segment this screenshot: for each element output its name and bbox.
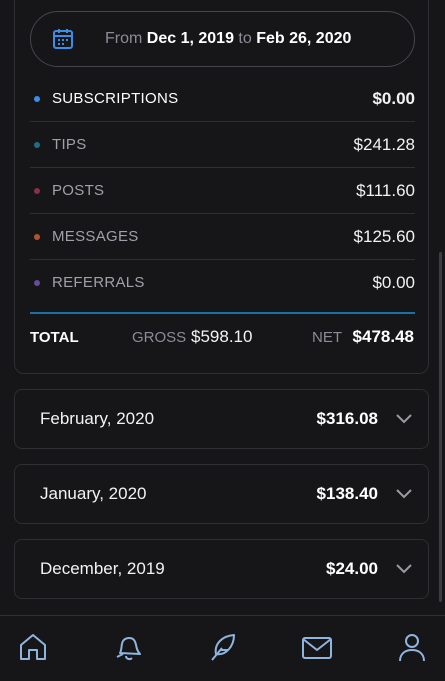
chevron-down-icon[interactable]	[395, 562, 413, 574]
subscriptions-dot	[34, 96, 40, 102]
posts-dot	[34, 188, 40, 194]
total-label: TOTAL	[30, 329, 79, 346]
category-label: REFERRALS	[52, 274, 145, 291]
date-range-text: From Dec 1, 2019 to Feb 26, 2020	[105, 30, 351, 48]
bottom-navigation	[0, 615, 445, 681]
category-value: $125.60	[353, 227, 415, 246]
to-date: Feb 26, 2020	[256, 30, 352, 47]
month-label: December, 2019	[40, 559, 165, 578]
month-amount: $138.40	[316, 484, 378, 503]
category-value: $0.00	[372, 273, 415, 292]
from-date: Dec 1, 2019	[146, 30, 234, 47]
month-row-february-2020[interactable]: February, 2020 $316.08	[14, 389, 429, 449]
category-row-referrals: REFERRALS $0.00	[30, 260, 415, 306]
gross-label: GROSS	[132, 329, 187, 346]
profile-icon[interactable]	[395, 630, 429, 664]
category-row-messages: MESSAGES $125.60	[30, 214, 415, 260]
category-value: $0.00	[372, 89, 415, 108]
category-value: $111.60	[356, 181, 415, 200]
month-label: January, 2020	[40, 484, 147, 503]
to-label: to	[238, 30, 252, 47]
category-label: MESSAGES	[52, 228, 139, 245]
month-row-december-2019[interactable]: December, 2019 $24.00	[14, 539, 429, 599]
month-amount: $316.08	[316, 409, 378, 428]
category-value: $241.28	[353, 135, 415, 154]
tips-dot	[34, 142, 40, 148]
messages-dot	[34, 234, 40, 240]
from-label: From	[105, 30, 143, 47]
chevron-down-icon[interactable]	[395, 412, 413, 424]
calendar-icon[interactable]	[51, 27, 75, 51]
earnings-summary-card: From Dec 1, 2019 to Feb 26, 2020 SUBSCRI…	[14, 0, 429, 374]
chevron-down-icon[interactable]	[395, 487, 413, 499]
category-label: POSTS	[52, 182, 105, 199]
month-row-january-2020[interactable]: January, 2020 $138.40	[14, 464, 429, 524]
bell-icon[interactable]	[111, 630, 145, 664]
category-label: TIPS	[52, 136, 87, 153]
category-row-posts: POSTS $111.60	[30, 168, 415, 214]
feather-icon[interactable]	[206, 630, 240, 664]
month-label: February, 2020	[40, 409, 155, 428]
gross-value: $598.10	[191, 327, 253, 346]
date-range-picker[interactable]: From Dec 1, 2019 to Feb 26, 2020	[30, 11, 415, 67]
referrals-dot	[34, 280, 40, 286]
net-value: $478.48	[352, 327, 414, 346]
category-row-tips: TIPS $241.28	[30, 122, 415, 168]
category-label: SUBSCRIPTIONS	[52, 90, 179, 107]
home-icon[interactable]	[16, 630, 50, 664]
total-divider	[30, 312, 415, 314]
scrollbar[interactable]	[439, 252, 442, 602]
month-amount: $24.00	[326, 559, 378, 578]
mail-icon[interactable]	[300, 630, 334, 664]
category-row-subscriptions: SUBSCRIPTIONS $0.00	[30, 76, 415, 122]
net-label: NET	[312, 329, 342, 346]
